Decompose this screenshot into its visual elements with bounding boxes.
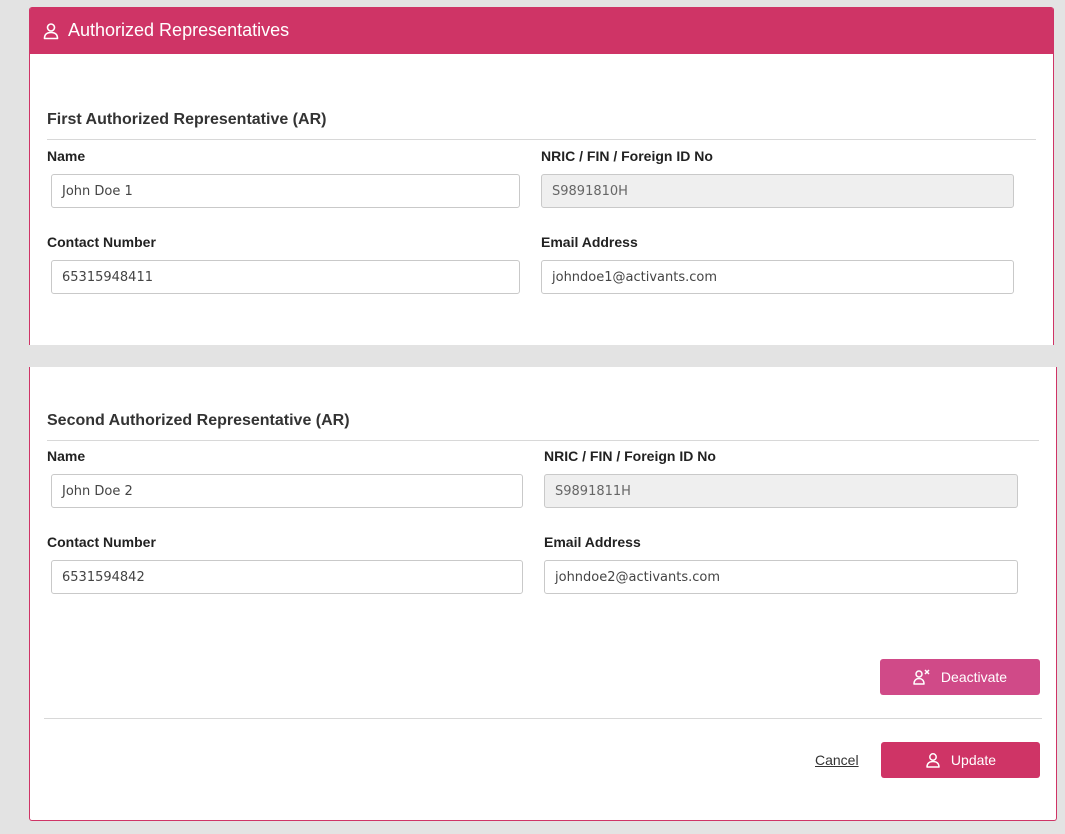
first-ar-email-input[interactable]: johndoe1@activants.com	[541, 260, 1014, 294]
email-label: Email Address	[544, 534, 641, 550]
first-ar-email-field: Email Address	[541, 234, 638, 250]
first-ar-name-field: Name	[47, 148, 85, 164]
contact-label: Contact Number	[47, 234, 156, 250]
second-ar-name-input[interactable]: John Doe 2	[51, 474, 523, 508]
second-ar-section: Second Authorized Representative (AR)	[47, 412, 1039, 441]
email-label: Email Address	[541, 234, 638, 250]
second-ar-contact-input[interactable]: 6531594842	[51, 560, 523, 594]
update-label: Update	[950, 752, 997, 768]
id-label: NRIC / FIN / Foreign ID No	[541, 148, 713, 164]
deactivate-button[interactable]: Deactivate	[880, 659, 1040, 695]
user-icon	[42, 22, 60, 40]
deactivate-label: Deactivate	[940, 669, 1008, 685]
name-label: Name	[47, 148, 86, 164]
second-ar-email-field: Email Address	[544, 534, 641, 550]
actions-divider	[44, 718, 1042, 719]
second-ar-email-input[interactable]: johndoe2@activants.com	[544, 560, 1018, 594]
second-ar-row-2: Contact Number 6531594842 Email Address …	[47, 534, 1039, 604]
name-label: Name	[47, 448, 86, 464]
second-ar-title: Second Authorized Representative (AR)	[47, 412, 1039, 441]
first-ar-title: First Authorized Representative (AR)	[47, 111, 1036, 140]
cancel-link[interactable]: Cancel	[815, 752, 859, 768]
update-button[interactable]: Update	[881, 742, 1040, 778]
first-ar-name-input[interactable]: John Doe 1	[51, 174, 520, 208]
second-ar-id-input: S9891811H	[544, 474, 1018, 508]
panel-header: Authorized Representatives	[30, 7, 1053, 54]
first-ar-contact-field: Contact Number	[47, 234, 156, 250]
contact-label: Contact Number	[47, 534, 156, 550]
first-ar-row-2: Contact Number 65315948411 Email Address…	[47, 234, 1036, 304]
id-label: NRIC / FIN / Foreign ID No	[544, 448, 716, 464]
first-ar-id-field: NRIC / FIN / Foreign ID No	[541, 148, 713, 164]
user-remove-icon	[913, 669, 931, 685]
second-ar-row-1: Name John Doe 2 NRIC / FIN / Foreign ID …	[47, 448, 1039, 518]
first-ar-section: First Authorized Representative (AR)	[47, 111, 1036, 140]
authorized-representatives-panel-bottom: Second Authorized Representative (AR) Na…	[29, 367, 1057, 821]
second-ar-contact-field: Contact Number	[47, 534, 156, 550]
second-ar-name-field: Name	[47, 448, 85, 464]
second-ar-id-field: NRIC / FIN / Foreign ID No	[544, 448, 716, 464]
first-ar-row-1: Name John Doe 1 NRIC / FIN / Foreign ID …	[47, 148, 1036, 218]
user-icon	[925, 752, 941, 768]
authorized-representatives-panel-top: Authorized Representatives First Authori…	[29, 7, 1054, 345]
panel-title: Authorized Representatives	[68, 20, 290, 40]
first-ar-contact-input[interactable]: 65315948411	[51, 260, 520, 294]
first-ar-id-input: S9891810H	[541, 174, 1014, 208]
